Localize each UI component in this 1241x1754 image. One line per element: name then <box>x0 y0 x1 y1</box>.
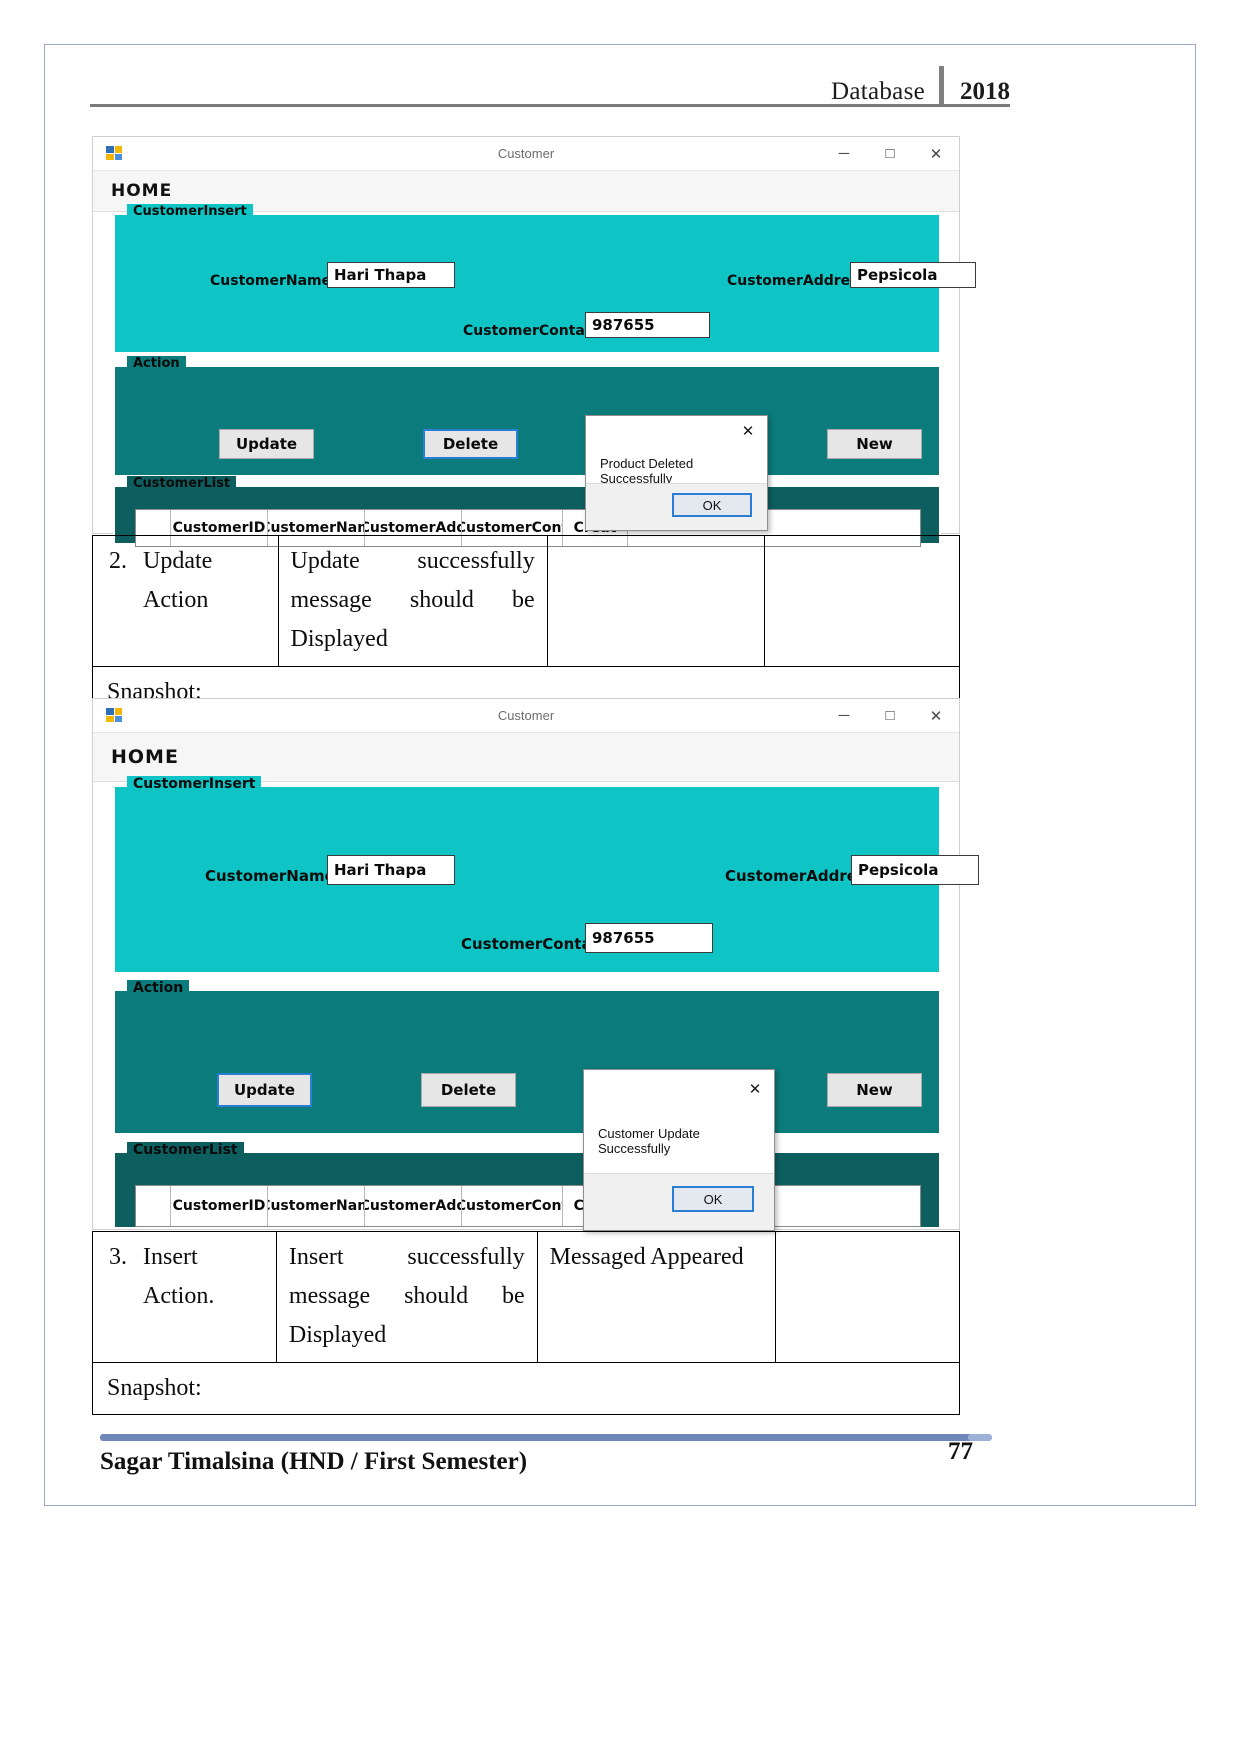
message-dialog-2: ✕ Customer Update Successfully OK <box>583 1069 775 1231</box>
dialog-close-icon-2[interactable]: ✕ <box>742 1076 768 1102</box>
grid-header-customercontact-2[interactable]: CustomerCont <box>462 1186 563 1226</box>
row2-expected-w4: should <box>409 586 474 613</box>
update-button-2[interactable]: Update <box>217 1073 312 1107</box>
row3-action-line2: Action. <box>143 1282 215 1309</box>
window-titlebar-2: Customer ─ □ ✕ <box>93 699 959 733</box>
row2-expected-w5: be <box>512 586 535 613</box>
row3-action-cell: 3. Insert Action. <box>92 1231 277 1363</box>
group-label-action-2: Action <box>127 980 190 996</box>
dialog-footer-2: OK <box>584 1173 774 1230</box>
close-icon-2[interactable]: ✕ <box>913 699 959 732</box>
footer-rule <box>100 1434 980 1441</box>
label-customer-name-2: CustomerName: <box>205 867 341 885</box>
screenshot-update-action: Customer ─ □ ✕ HOME CustomerInsert Custo… <box>92 698 979 1231</box>
input-customer-name-2[interactable]: Hari Thapa <box>327 855 455 885</box>
row3-expected-w1: Insert <box>288 1244 344 1270</box>
group-label-customer-insert-2: CustomerInsert <box>127 776 262 792</box>
row2-action-line1: Update <box>143 548 213 574</box>
label-customer-name-1: CustomerName: <box>210 273 337 289</box>
delete-button-1[interactable]: Delete <box>423 429 518 459</box>
minimize-icon-1[interactable]: ─ <box>821 137 867 170</box>
group-label-customer-list-2: CustomerList <box>127 1142 244 1158</box>
group-label-customer-list-1: CustomerList <box>127 476 237 491</box>
grid-header-customeraddress-2[interactable]: CustomerAdd <box>365 1186 462 1226</box>
input-customer-address-2[interactable]: Pepsicola <box>851 855 979 885</box>
row2-actual-cell <box>546 535 766 667</box>
row2-expected-cell: Update successfully message should be Di… <box>277 535 548 667</box>
row3-action-line1: Insert <box>143 1244 198 1270</box>
input-customer-address-1[interactable]: Pepsicola <box>850 262 976 288</box>
footer-page-number: 77 <box>948 1438 973 1465</box>
row2-remarks-cell <box>764 535 960 667</box>
row3-number: 3. <box>109 1244 127 1270</box>
new-button-1[interactable]: New <box>827 429 922 459</box>
menu-item-home-1[interactable]: HOME <box>111 181 172 201</box>
document-page: Database 2018 Customer ─ □ ✕ HOME Custom… <box>0 0 1241 1754</box>
group-label-customer-insert-1: CustomerInsert <box>127 204 253 219</box>
row2-action-line2: Action <box>143 586 209 613</box>
row2-number: 2. <box>109 548 127 574</box>
dialog-close-icon-1[interactable]: ✕ <box>735 418 761 444</box>
row2-expected-w6: Displayed <box>290 625 388 652</box>
close-icon-1[interactable]: ✕ <box>913 137 959 170</box>
input-customer-contact-2[interactable]: 987655 <box>585 923 713 953</box>
row3-expected-w6: Displayed <box>288 1321 387 1348</box>
menu-item-home-2[interactable]: HOME <box>111 746 179 768</box>
row3-actual-cell: Messaged Appeared <box>536 1231 776 1363</box>
table-row: Snapshot: <box>92 1362 960 1415</box>
row3-expected-w2: successfully <box>407 1244 525 1270</box>
input-customer-name-1[interactable]: Hari Thapa <box>327 262 455 288</box>
row3-expected-w5: be <box>501 1282 525 1309</box>
row2-expected-w1: Update <box>290 548 360 574</box>
dialog-ok-button-1[interactable]: OK <box>672 493 752 517</box>
row2-expected-w3: message <box>290 586 372 613</box>
row3-expected-w3: message <box>288 1282 371 1309</box>
update-button-1[interactable]: Update <box>219 429 314 459</box>
group-customer-insert-2: CustomerInsert CustomerName: Hari Thapa … <box>113 776 979 974</box>
row3-remarks-cell <box>774 1231 961 1363</box>
minimize-icon-2[interactable]: ─ <box>821 699 867 732</box>
header-rule <box>90 104 1010 107</box>
maximize-icon-2[interactable]: □ <box>867 699 913 732</box>
grid-row-selector-2[interactable] <box>136 1186 171 1226</box>
table-row: 2. Update Action Update successfully mess… <box>92 535 960 667</box>
snapshot-label-2: Snapshot: <box>92 1362 960 1415</box>
customer-grid-2[interactable]: CustomerID CustomerNam CustomerAdd Custo… <box>135 1185 921 1227</box>
delete-button-2[interactable]: Delete <box>421 1073 516 1107</box>
dialog-message-1: Product Deleted Successfully <box>600 456 694 486</box>
dialog-ok-button-2[interactable]: OK <box>672 1186 754 1212</box>
group-label-action-1: Action <box>127 356 186 371</box>
header-title: Database <box>830 78 925 105</box>
input-customer-contact-1[interactable]: 987655 <box>585 312 710 338</box>
row3-expected-cell: Insert successfully message should be Di… <box>275 1231 538 1363</box>
group-action-2: Action Update Delete New <box>113 980 941 1135</box>
group-customer-list-2: CustomerList CustomerID CustomerNam Cust… <box>113 1142 941 1229</box>
grid-header-customerid-2[interactable]: CustomerID <box>171 1186 268 1226</box>
menu-strip-2: HOME <box>93 733 959 782</box>
grid-header-customername-2[interactable]: CustomerNam <box>268 1186 365 1226</box>
table-row: 3. Insert Action. Insert successfully mes… <box>92 1231 961 1363</box>
row2-expected-w2: successfully <box>417 548 535 574</box>
dialog-message-2: Customer Update Successfully <box>598 1126 700 1156</box>
row2-action-cell: 2. Update Action <box>92 535 279 667</box>
maximize-icon-1[interactable]: □ <box>867 137 913 170</box>
window-titlebar-1: Customer ─ □ ✕ <box>93 137 959 171</box>
screenshot-delete-action: Customer ─ □ ✕ HOME CustomerInsert Custo… <box>92 136 976 547</box>
footer-author: Sagar Timalsina (HND / First Semester) <box>100 1448 528 1475</box>
message-dialog-1: ✕ Product Deleted Successfully OK <box>585 415 768 531</box>
row3-expected-w4: should <box>404 1282 469 1309</box>
group-action-1: Action Update Delete New <box>113 356 941 477</box>
group-customer-insert-1: CustomerInsert CustomerName: Hari Thapa … <box>113 204 976 354</box>
new-button-2[interactable]: New <box>827 1073 922 1107</box>
dialog-footer-1: OK <box>586 483 767 530</box>
header-year: 2018 <box>960 78 1010 105</box>
